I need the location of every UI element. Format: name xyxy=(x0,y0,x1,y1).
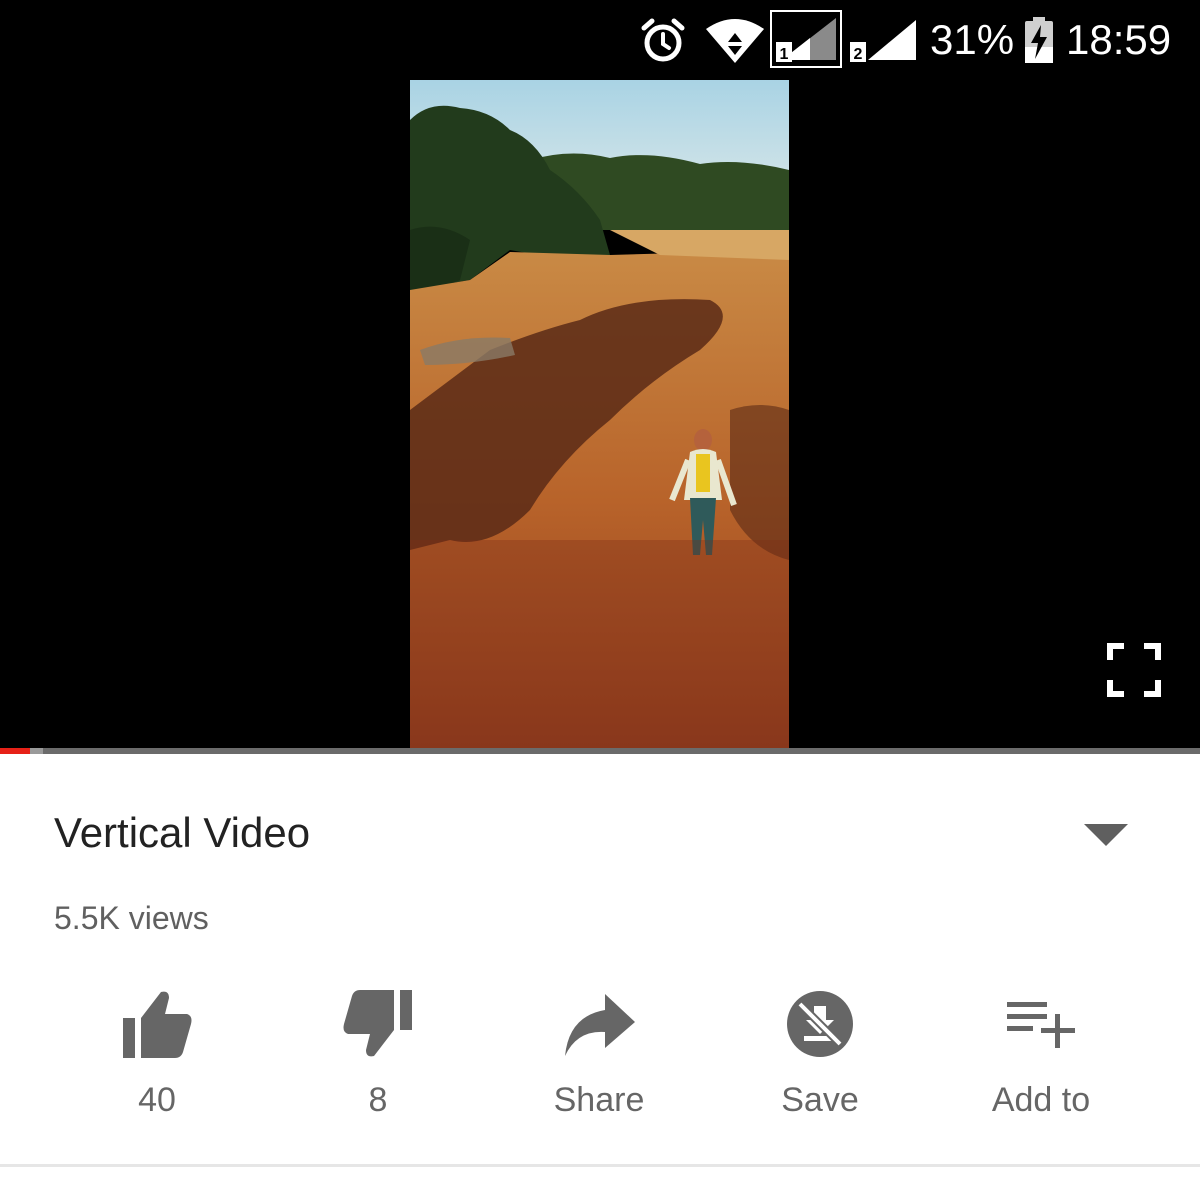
action-bar: 40 8 Share Save Add to xyxy=(0,976,1200,1126)
battery-charging-icon xyxy=(1022,0,1056,80)
chevron-down-icon xyxy=(1084,824,1128,846)
fullscreen-button[interactable] xyxy=(1104,640,1164,700)
playlist-add-icon xyxy=(1007,1002,1075,1048)
dislike-count: 8 xyxy=(368,1081,388,1119)
video-thumbnail xyxy=(410,80,789,752)
divider xyxy=(0,1164,1200,1167)
view-count: 5.5K views xyxy=(54,900,209,936)
share-label: Share xyxy=(553,1081,645,1119)
sim1-label: 1 xyxy=(780,46,789,63)
thumbs-down-icon xyxy=(343,990,412,1057)
expand-description-button[interactable] xyxy=(1074,812,1138,856)
save-button[interactable]: Save xyxy=(720,976,920,1126)
status-bar: 1 2 31% 18:59 xyxy=(0,0,1200,80)
signal-sim2-icon: 2 xyxy=(848,0,918,80)
share-button[interactable]: Share xyxy=(499,976,699,1126)
clock: 18:59 xyxy=(1066,16,1172,63)
fullscreen-icon xyxy=(1107,643,1161,697)
signal-sim1-icon: 1 xyxy=(770,0,844,80)
battery-percent: 31% xyxy=(930,16,1015,63)
share-icon xyxy=(565,994,635,1056)
add-to-label: Add to xyxy=(991,1081,1091,1119)
dislike-button[interactable]: 8 xyxy=(278,976,478,1126)
video-player[interactable] xyxy=(0,80,1200,752)
save-label: Save xyxy=(781,1081,859,1119)
save-offline-icon xyxy=(787,991,853,1057)
sim2-label: 2 xyxy=(854,46,863,63)
video-title: Vertical Video xyxy=(54,809,311,856)
add-to-button[interactable]: Add to xyxy=(941,976,1141,1126)
video-info: Vertical Video 5.5K views 40 8 Share Sav… xyxy=(0,754,1200,1200)
like-button[interactable]: 40 xyxy=(57,976,257,1126)
like-count: 40 xyxy=(138,1081,176,1119)
alarm-icon xyxy=(638,0,688,80)
video-frame[interactable] xyxy=(410,80,789,752)
thumbs-up-icon xyxy=(123,991,192,1058)
wifi-icon xyxy=(704,0,766,80)
